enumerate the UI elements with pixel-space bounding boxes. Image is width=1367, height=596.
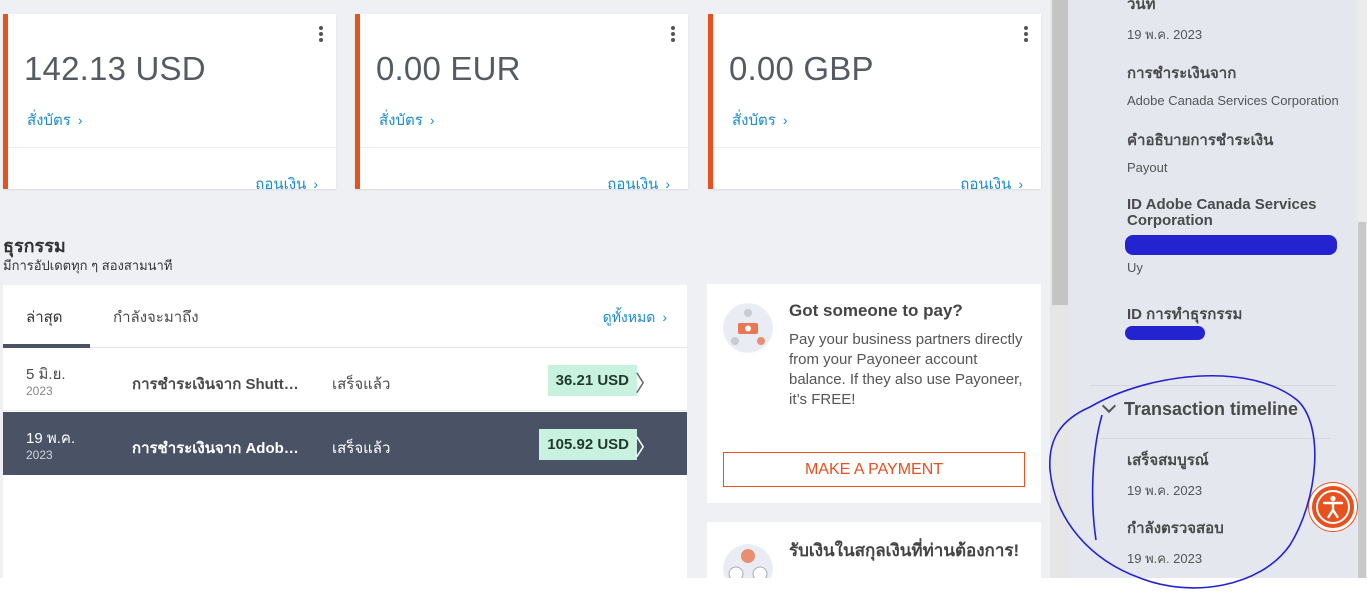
row-year: 2023 [26, 448, 53, 462]
transactions-subtitle: มีการอัปเดตทุก ๆ สองสามนาที [3, 258, 173, 273]
card-divider [713, 147, 1041, 148]
detail-date: วันที่ 19 พ.ค. 2023 [1127, 0, 1202, 45]
timeline-divider [1100, 438, 1330, 439]
withdraw-label: ถอนเงิน [960, 176, 1012, 193]
promo-title: Got someone to pay? [789, 301, 963, 320]
transactions-tabs: ล่าสุด กำลังจะมาถึง ดูทั้งหมด › [3, 285, 687, 348]
table-row-selected[interactable]: 19 พ.ค. 2023 การชำระเงินจาก Adobe Canada… [3, 412, 687, 475]
chevron-right-icon: › [662, 309, 667, 325]
promo-pay-card: Got someone to pay? Pay your business pa… [707, 284, 1041, 503]
timeline-toggle[interactable]: Transaction timeline [1101, 398, 1299, 420]
withdraw-label: ถอนเงิน [607, 176, 659, 193]
card-divider [8, 147, 336, 148]
detail-payment-description-label: คำอธิบายการชำระเงิน [1127, 132, 1274, 149]
chevron-right-icon: › [665, 176, 670, 192]
detail-transaction-id-label: ID การทำธุรกรรม [1127, 306, 1243, 323]
row-description: การชำระเงินจาก Shutterstock [132, 376, 302, 393]
withdraw-link[interactable]: ถอนเงิน › [255, 172, 318, 196]
balance-card-eur: 0.00 EUR สั่งบัตร › ถอนเงิน › [355, 14, 688, 193]
timeline-title: Transaction timeline [1124, 399, 1299, 419]
chevron-right-icon: › [77, 112, 83, 128]
chevron-right-icon: › [429, 112, 435, 128]
balance-amount: 0.00 GBP [729, 50, 874, 87]
order-card-link[interactable]: สั่งบัตร › [379, 108, 434, 132]
withdraw-link[interactable]: ถอนเงิน › [960, 172, 1023, 196]
order-card-label: สั่งบัตร [732, 112, 776, 129]
timeline-step-label: กำลังตรวจสอบ [1127, 520, 1224, 537]
transactions-panel: ล่าสุด กำลังจะมาถึง ดูทั้งหมด › 5 มิ.ย. 2… [3, 285, 687, 578]
view-all-link[interactable]: ดูทั้งหมด › [603, 307, 667, 329]
accessibility-icon [1316, 490, 1350, 524]
more-vertical-icon[interactable] [316, 24, 326, 44]
order-card-label: สั่งบัตร [27, 112, 71, 129]
panel-scrollbar-thumb[interactable] [1358, 222, 1366, 578]
balance-amount: 0.00 EUR [376, 50, 521, 87]
row-status: เสร็จแล้ว [332, 376, 391, 393]
detail-payment-from-label: การชำระเงินจาก [1127, 65, 1237, 82]
detail-transaction-id: ID การทำธุรกรรม [1127, 302, 1242, 326]
dashboard-main: 142.13 USD สั่งบัตร › ถอนเงิน › 0.00 EUR ส… [0, 0, 1050, 578]
promo-title: รับเงินในสกุลเงินที่ท่านต้องการ! [789, 541, 1020, 560]
card-divider [360, 147, 688, 148]
detail-payer-id-suffix: Uy [1127, 260, 1143, 275]
tab-upcoming[interactable]: กำลังจะมาถึง [113, 305, 199, 329]
view-all-label: ดูทั้งหมด [602, 309, 656, 325]
order-card-link[interactable]: สั่งบัตร › [732, 108, 787, 132]
timeline-step-label: เสร็จสมบูรณ์ [1127, 452, 1209, 469]
withdraw-link[interactable]: ถอนเงิน › [607, 172, 670, 196]
make-payment-button[interactable]: MAKE A PAYMENT [723, 452, 1025, 487]
row-year: 2023 [26, 384, 53, 398]
detail-payment-description-value: Payout [1127, 160, 1168, 175]
timeline-step: กำลังตรวจสอบ 19 พ.ค. 2023 [1127, 516, 1224, 569]
chevron-right-icon[interactable]: 〉 [635, 430, 657, 462]
chevron-right-icon[interactable]: 〉 [635, 366, 657, 398]
tab-latest[interactable]: ล่าสุด [26, 305, 63, 329]
main-scrollbar-thumb[interactable] [1052, 0, 1068, 305]
row-date: 5 มิ.ย. [26, 366, 66, 383]
redaction-scribble [1125, 326, 1205, 340]
promo-text: Pay your business partners directly from… [789, 331, 1023, 408]
row-description: การชำระเงินจาก Adobe Canada Services Cor… [132, 440, 302, 457]
detail-payment-from-value: Adobe Canada Services Corporation [1127, 93, 1339, 108]
amount-badge: 105.92 USD [539, 429, 637, 460]
order-card-link[interactable]: สั่งบัตร › [27, 108, 82, 132]
row-status: เสร็จแล้ว [332, 440, 391, 457]
detail-payer-id-label: ID Adobe Canada Services Corporation [1127, 196, 1317, 229]
balance-card-usd: 142.13 USD สั่งบัตร › ถอนเงิน › [3, 14, 336, 193]
table-row[interactable]: 5 มิ.ย. 2023 การชำระเงินจาก Shutterstock… [3, 348, 687, 411]
pay-partners-icon [723, 303, 773, 353]
more-vertical-icon[interactable] [668, 24, 678, 44]
chevron-right-icon: › [313, 176, 318, 192]
detail-payer-id-suffix-value: Uy [1127, 260, 1143, 275]
page-bottom-edge [0, 578, 1367, 596]
detail-payer-id: ID Adobe Canada Services Corporation [1127, 197, 1342, 229]
timeline-step: เสร็จสมบูรณ์ 19 พ.ค. 2023 [1127, 448, 1209, 501]
detail-payment-description: คำอธิบายการชำระเงิน Payout [1127, 128, 1273, 175]
amount-badge: 36.21 USD [547, 365, 637, 396]
currency-exchange-icon [723, 544, 773, 578]
row-date: 19 พ.ค. [26, 430, 76, 447]
balance-amount: 142.13 USD [24, 50, 206, 87]
timeline-step-date: 19 พ.ค. 2023 [1127, 551, 1203, 566]
chevron-right-icon: › [782, 112, 788, 128]
order-card-label: สั่งบัตร [379, 112, 423, 129]
detail-payment-from: การชำระเงินจาก Adobe Canada Services Cor… [1127, 61, 1339, 108]
chevron-down-icon [1101, 398, 1117, 414]
redaction-scribble [1125, 235, 1337, 255]
detail-date-value: 19 พ.ค. 2023 [1127, 27, 1203, 42]
accessibility-button[interactable] [1309, 483, 1357, 531]
timeline-step-date: 19 พ.ค. 2023 [1127, 483, 1203, 498]
timeline-divider [1090, 385, 1336, 386]
balance-card-gbp: 0.00 GBP สั่งบัตร › ถอนเงิน › [708, 14, 1041, 193]
detail-date-label: วันที่ [1127, 0, 1156, 13]
withdraw-label: ถอนเงิน [255, 176, 307, 193]
more-vertical-icon[interactable] [1021, 24, 1031, 44]
chevron-right-icon: › [1018, 176, 1023, 192]
promo-currency-card: รับเงินในสกุลเงินที่ท่านต้องการ! [707, 522, 1041, 578]
